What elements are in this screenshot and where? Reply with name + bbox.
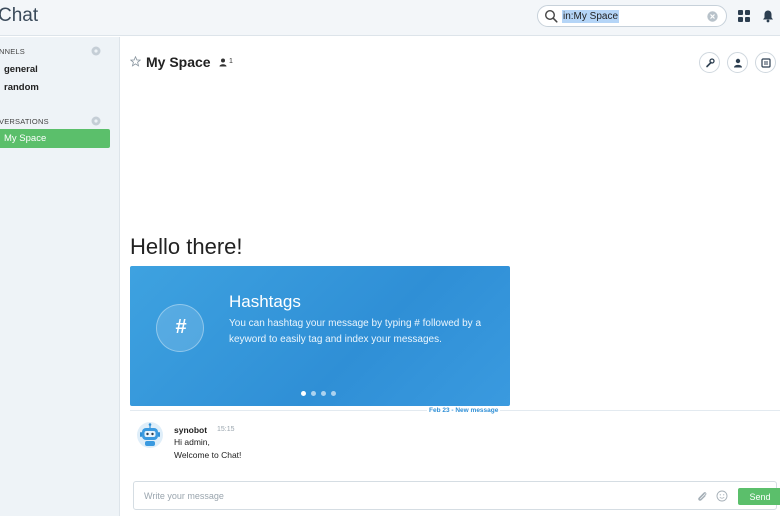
details-button[interactable] [755, 52, 776, 73]
room-title: My Space [146, 54, 211, 70]
app-title: Chat [0, 5, 39, 26]
search-input[interactable]: in:My Space [562, 10, 620, 23]
search-box[interactable]: in:My Space [537, 5, 727, 27]
carousel-dot-3[interactable] [321, 391, 326, 396]
channels-settings-gear-icon[interactable] [91, 46, 101, 56]
main-panel: My Space 1 Hello there! # Hashtags You c… [121, 37, 780, 516]
member-count: 1 [229, 58, 233, 65]
apps-grid-icon[interactable] [738, 10, 750, 22]
integrations-button[interactable] [699, 52, 720, 73]
star-icon[interactable] [130, 56, 141, 67]
message-timestamp: 15:15 [217, 426, 235, 433]
clear-search-icon[interactable] [707, 11, 718, 22]
conversations-section-title: VERSATIONS [0, 117, 49, 126]
carousel-dot-2[interactable] [311, 391, 316, 396]
bell-icon[interactable] [761, 9, 775, 23]
top-header: Chat in:My Space [0, 0, 780, 36]
user-icon [734, 58, 742, 68]
carousel-dot-1[interactable] [301, 391, 306, 396]
message-composer: Send [133, 481, 780, 510]
new-message-label: Feb 23 - New message [427, 407, 501, 414]
user-profile-button[interactable] [727, 52, 748, 73]
message-text-line-2: Welcome to Chat! [174, 450, 242, 460]
members-icon[interactable] [219, 58, 229, 67]
sidebar-item-label: My Space [4, 133, 47, 144]
welcome-heading: Hello there! [130, 234, 243, 259]
message-author[interactable]: synobot [174, 425, 207, 435]
carousel-text: You can hashtag your message by typing #… [229, 318, 482, 345]
paperclip-icon[interactable] [696, 490, 708, 502]
emoji-icon[interactable] [716, 490, 728, 502]
info-panel-icon [761, 58, 771, 68]
message-input[interactable] [144, 489, 644, 503]
conversations-settings-gear-icon[interactable] [91, 116, 101, 126]
carousel-dot-4[interactable] [331, 391, 336, 396]
hashtag-icon: # [156, 304, 204, 352]
carousel-title: Hashtags [229, 292, 301, 311]
channels-section-title: NNELS [0, 47, 26, 56]
sidebar-item-random[interactable]: random [4, 82, 39, 93]
wrench-icon [706, 58, 715, 68]
synobot-avatar[interactable] [137, 422, 163, 448]
message-text-line-1: Hi admin, [174, 437, 210, 447]
search-icon [544, 9, 558, 23]
sidebar: NNELS general random VERSATIONS My Space [0, 37, 120, 516]
tips-carousel[interactable]: # Hashtags You can hashtag your message … [130, 266, 510, 406]
sidebar-item-general[interactable]: general [4, 64, 38, 75]
send-button[interactable]: Send [738, 488, 780, 505]
sidebar-item-my-space[interactable]: My Space [0, 129, 110, 148]
